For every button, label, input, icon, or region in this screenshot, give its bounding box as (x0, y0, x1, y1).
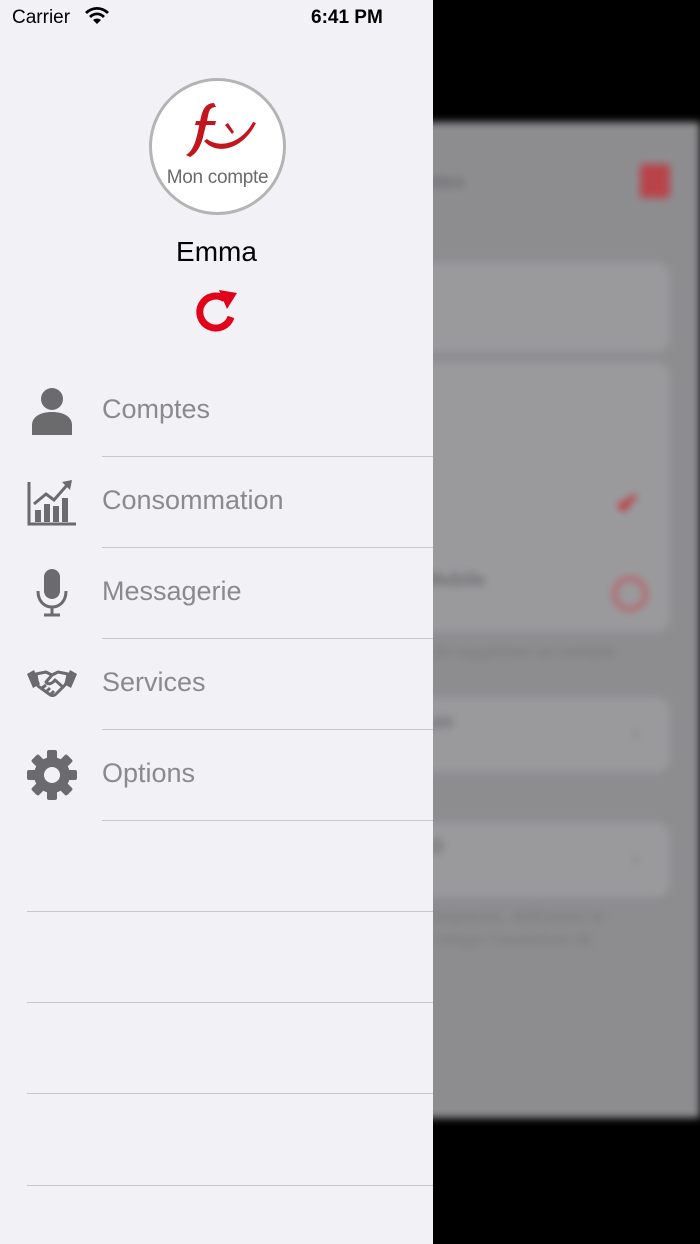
menu-item-consommation[interactable]: Consommation (0, 457, 433, 548)
refresh-button[interactable] (193, 287, 241, 335)
menu-item-messagerie[interactable]: Messagerie (0, 548, 433, 639)
menu-item-services[interactable]: Services (0, 639, 433, 730)
empty-row-separator (27, 1093, 433, 1094)
person-icon (32, 388, 72, 435)
free-logo-mark (186, 103, 256, 157)
logo-text: Mon compte (166, 167, 269, 188)
menu-item-comptes[interactable]: Comptes (0, 366, 433, 457)
side-menu-drawer: Carrier 6:41 PM Mon compte Emma Comptes (0, 0, 433, 1244)
handshake-icon (27, 670, 77, 697)
menu-label-consommation: Consommation (102, 485, 284, 515)
menu-label-services: Services (102, 667, 206, 697)
menu-label-options: Options (102, 758, 196, 788)
microphone-icon (36, 569, 68, 617)
carrier-label: Carrier (12, 7, 71, 28)
empty-row-separator (27, 911, 433, 912)
menu-label-comptes: Comptes (102, 394, 211, 424)
chart-icon (27, 480, 76, 526)
menu-label-messagerie: Messagerie (102, 576, 242, 606)
menu-item-options[interactable]: Options (0, 730, 433, 821)
status-bar: Carrier 6:41 PM (0, 0, 433, 36)
empty-row-separator (27, 1002, 433, 1003)
gear-icon (27, 750, 77, 800)
free-mon-compte-logo: Mon compte (149, 78, 286, 215)
wifi-icon (85, 7, 109, 24)
menu-separator (102, 820, 433, 821)
empty-row-separator (27, 1185, 433, 1186)
clock: 6:41 PM (311, 7, 383, 28)
user-name: Emma (176, 236, 257, 267)
